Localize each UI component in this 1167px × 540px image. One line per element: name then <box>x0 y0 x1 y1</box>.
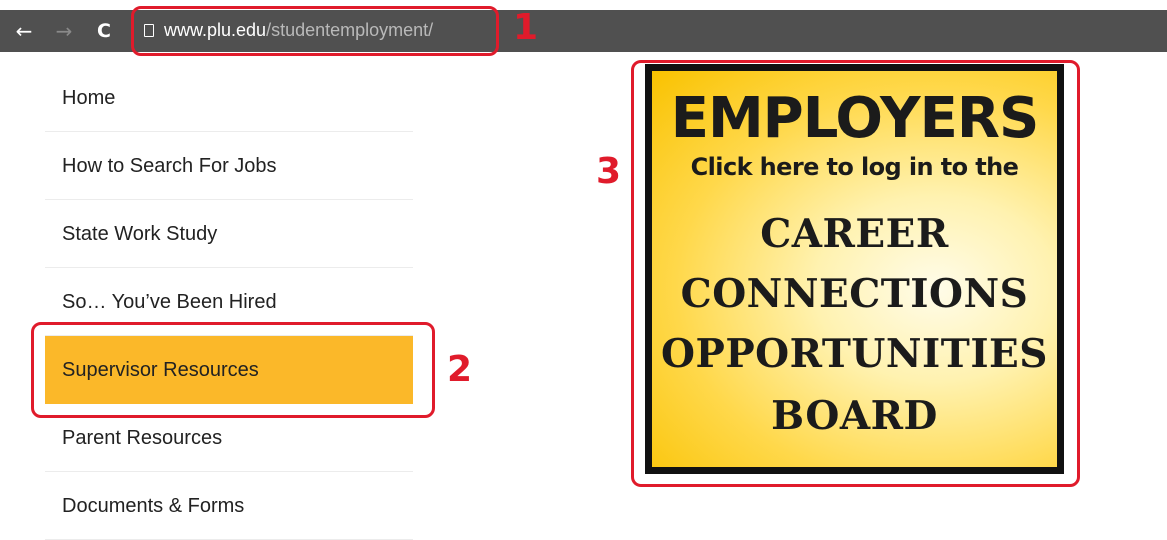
annotation-number-2: 2 <box>447 349 473 390</box>
reload-icon[interactable]: C <box>90 10 118 52</box>
banner-title: EMPLOYERS <box>670 86 1040 151</box>
back-arrow-icon[interactable]: ← <box>10 10 38 52</box>
menu-item-parent-resources[interactable]: Parent Resources <box>45 404 413 472</box>
menu-item-state-work-study[interactable]: State Work Study <box>45 200 413 268</box>
menu-item-home[interactable]: Home <box>45 64 413 132</box>
menu-item-been-hired[interactable]: So… You’ve Been Hired <box>45 268 413 336</box>
menu-item-supervisor-resources[interactable]: Supervisor Resources <box>45 336 413 404</box>
sidebar-menu: Home How to Search For Jobs State Work S… <box>45 64 413 540</box>
url-host: www.plu.edu <box>164 19 267 40</box>
annotation-number-3: 3 <box>596 151 622 192</box>
banner-line-board: BOARD <box>771 393 938 439</box>
banner-line-opportunities: OPPORTUNITIES <box>661 331 1048 377</box>
annotation-number-1: 1 <box>513 7 539 48</box>
page-icon <box>144 23 154 37</box>
banner-line-career: CAREER <box>760 211 949 257</box>
menu-item-documents-forms[interactable]: Documents & Forms <box>45 472 413 540</box>
menu-item-how-to-search[interactable]: How to Search For Jobs <box>45 132 413 200</box>
address-bar[interactable]: www.plu.edu/studentemployment/ <box>138 12 492 48</box>
employers-login-banner[interactable]: EMPLOYERS Click here to log in to the CA… <box>645 64 1064 474</box>
url-path: /studentemployment/ <box>266 19 434 40</box>
forward-arrow-icon[interactable]: → <box>50 10 78 52</box>
banner-subtitle: Click here to log in to the <box>690 153 1019 181</box>
banner-line-connections: CONNECTIONS <box>680 271 1029 317</box>
